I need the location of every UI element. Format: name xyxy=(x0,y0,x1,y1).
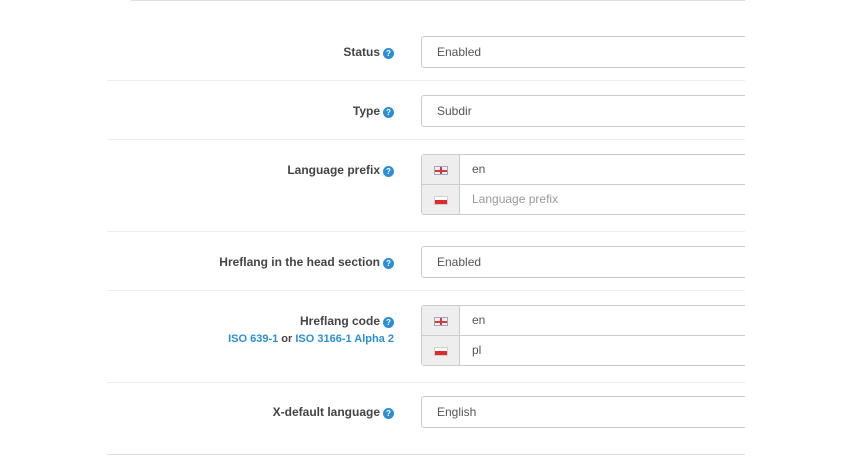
type-select[interactable]: Subdir xyxy=(421,95,745,127)
type-row: Type? Subdir xyxy=(107,81,745,140)
type-label-wrap: Type? xyxy=(114,104,394,118)
status-label-wrap: Status? xyxy=(114,45,394,59)
hreflang-code-en-line xyxy=(421,305,745,336)
help-icon[interactable]: ? xyxy=(383,107,394,118)
hreflang-code-pl-input[interactable] xyxy=(460,336,745,365)
language-prefix-label: Language prefix xyxy=(287,163,380,177)
pl-flag-icon xyxy=(434,196,448,205)
type-label: Type xyxy=(352,104,380,118)
language-prefix-en-input[interactable] xyxy=(460,155,745,184)
hreflang-code-row: Hreflang code? ISO 639-1 or ISO 3166-1 A… xyxy=(107,291,745,383)
bottom-divider xyxy=(107,454,745,455)
status-label: Status xyxy=(343,45,380,59)
help-icon[interactable]: ? xyxy=(383,317,394,328)
help-icon[interactable]: ? xyxy=(383,408,394,419)
language-prefix-en-line xyxy=(421,154,745,185)
pl-flag-icon xyxy=(434,347,448,356)
language-prefix-pl-line xyxy=(421,184,745,215)
language-prefix-label-wrap: Language prefix? xyxy=(114,163,394,177)
help-icon[interactable]: ? xyxy=(383,166,394,177)
status-row: Status? Enabled xyxy=(107,22,745,81)
flag-addon xyxy=(422,306,460,335)
flag-addon xyxy=(422,185,460,214)
hreflang-head-select[interactable]: Enabled xyxy=(421,246,745,278)
hreflang-code-label: Hreflang code xyxy=(299,314,380,328)
iso-639-1-link[interactable]: ISO 639-1 xyxy=(228,333,278,345)
language-prefix-pl-input[interactable] xyxy=(460,185,745,214)
x-default-label: X-default language xyxy=(272,405,380,419)
language-prefix-row: Language prefix? xyxy=(107,140,745,232)
flag-addon xyxy=(422,336,460,365)
uk-flag-icon xyxy=(434,166,448,175)
hreflang-head-label-wrap: Hreflang in the head section? xyxy=(114,255,394,269)
status-select[interactable]: Enabled xyxy=(421,36,745,68)
or-text: or xyxy=(281,333,293,345)
flag-addon xyxy=(422,155,460,184)
hreflang-head-row: Hreflang in the head section? Enabled xyxy=(107,232,745,291)
hreflang-code-label-wrap: Hreflang code? ISO 639-1 or ISO 3166-1 A… xyxy=(114,314,394,345)
hreflang-code-en-input[interactable] xyxy=(460,306,745,335)
hreflang-head-label: Hreflang in the head section xyxy=(219,255,380,269)
iso-3166-link[interactable]: ISO 3166-1 Alpha 2 xyxy=(295,333,394,345)
x-default-select[interactable]: English xyxy=(421,396,745,428)
x-default-label-wrap: X-default language? xyxy=(114,405,394,419)
uk-flag-icon xyxy=(434,317,448,326)
hreflang-code-group xyxy=(421,305,745,366)
hreflang-code-pl-line xyxy=(421,335,745,366)
top-divider xyxy=(131,0,745,1)
iso-links: ISO 639-1 or ISO 3166-1 Alpha 2 xyxy=(114,333,394,345)
help-icon[interactable]: ? xyxy=(383,258,394,269)
help-icon[interactable]: ? xyxy=(383,48,394,59)
x-default-row: X-default language? English xyxy=(107,383,745,442)
language-prefix-group xyxy=(421,154,745,215)
